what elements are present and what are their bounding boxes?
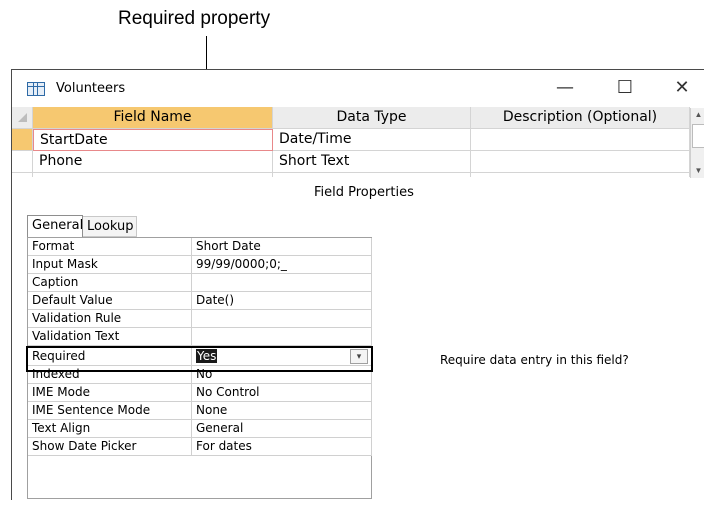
column-header-data-type[interactable]: Data Type [273,107,471,129]
close-button[interactable]: ✕ [667,76,697,100]
property-name: Validation Rule [28,310,192,328]
property-name: Default Value [28,292,192,310]
design-grid: Field Name Data Type Description (Option… [12,107,704,177]
property-name: IME Mode [28,384,192,402]
property-name: IME Sentence Mode [28,402,192,420]
property-value[interactable] [192,328,372,346]
row-selector[interactable] [12,173,33,177]
row-selector[interactable] [12,129,33,151]
property-row-input-mask[interactable]: Input Mask 99/99/0000;0;_ [28,256,373,274]
corner-triangle-icon [18,113,27,122]
property-name: Validation Text [28,328,192,346]
tab-lookup[interactable]: Lookup [83,216,137,237]
property-value[interactable]: General [192,420,372,438]
field-properties-title: Field Properties [314,185,414,200]
property-name: Text Align [28,420,192,438]
table-design-window: Volunteers — ☐ ✕ Field Name Data Type De… [11,69,704,500]
field-name-cell[interactable]: Phone [33,151,273,173]
window-title: Volunteers [56,81,126,96]
property-row-ime-sentence-mode[interactable]: IME Sentence Mode None [28,402,373,420]
property-row-validation-text[interactable]: Validation Text [28,328,373,346]
maximize-button[interactable]: ☐ [610,76,640,100]
property-name: Caption [28,274,192,292]
property-value[interactable]: No Control [192,384,372,402]
data-type-cell[interactable] [273,173,471,177]
select-all-corner[interactable] [12,107,33,129]
required-highlight-box [26,346,373,372]
minimize-button[interactable]: — [550,76,580,100]
property-row-validation-rule[interactable]: Validation Rule [28,310,373,328]
property-value[interactable]: Date() [192,292,372,310]
property-name: Format [28,238,192,256]
property-row-text-align[interactable]: Text Align General [28,420,373,438]
data-type-cell[interactable]: Date/Time [273,129,471,151]
property-value[interactable]: None [192,402,372,420]
property-value[interactable] [192,274,372,292]
description-cell[interactable] [471,129,690,151]
callout-label: Required property [118,8,271,29]
property-name: Input Mask [28,256,192,274]
property-value[interactable]: 99/99/0000;0;_ [192,256,372,274]
property-value[interactable]: Short Date [192,238,372,256]
property-row-caption[interactable]: Caption [28,274,373,292]
tab-general[interactable]: General [27,215,83,238]
scroll-thumb[interactable] [692,124,704,148]
property-name: Show Date Picker [28,438,192,456]
column-header-description[interactable]: Description (Optional) [471,107,690,129]
table-row[interactable]: Phone Short Text [12,151,704,173]
property-row-show-date-picker[interactable]: Show Date Picker For dates [28,438,373,456]
scroll-up-arrow-icon[interactable]: ▲ [691,108,704,122]
scroll-down-arrow-icon[interactable]: ▼ [691,164,704,178]
table-row[interactable]: StartDate Date/Time [12,129,704,151]
property-help-text: Require data entry in this field? [440,353,629,367]
grid-vertical-scrollbar[interactable]: ▲ ▼ [690,108,704,178]
row-selector[interactable] [12,151,33,173]
column-header-field-name[interactable]: Field Name [33,107,273,129]
field-name-cell[interactable]: StartDate [33,129,273,151]
title-bar: Volunteers — ☐ ✕ [12,70,704,107]
property-row-default-value[interactable]: Default Value Date() [28,292,373,310]
grid-header-row: Field Name Data Type Description (Option… [12,107,704,129]
table-row[interactable] [12,173,704,177]
table-icon [27,82,45,96]
description-cell[interactable] [471,173,690,177]
property-row-format[interactable]: Format Short Date [28,238,373,256]
property-value[interactable]: For dates [192,438,372,456]
property-value[interactable] [192,310,372,328]
field-name-cell[interactable] [33,173,273,177]
data-type-cell[interactable]: Short Text [273,151,471,173]
description-cell[interactable] [471,151,690,173]
property-row-ime-mode[interactable]: IME Mode No Control [28,384,373,402]
